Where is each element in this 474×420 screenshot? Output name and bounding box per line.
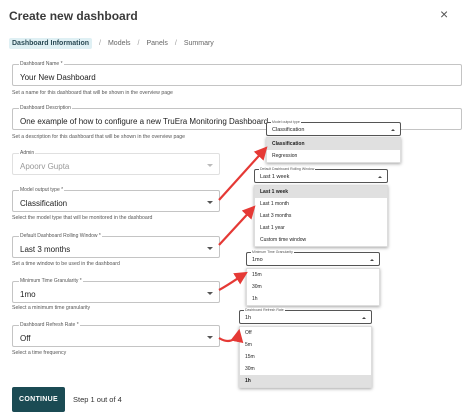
dialog-title: Create new dashboard (9, 9, 138, 23)
arrow-icon (218, 271, 248, 291)
popup-refresh-value: 1h (245, 315, 252, 321)
menu-item[interactable]: Off (240, 327, 371, 339)
popup-model-output-value: Classification (272, 127, 305, 133)
rolling-window-label: Default Dashboard Rolling Window * (19, 233, 102, 240)
menu-item[interactable]: Last 1 week (255, 186, 387, 198)
popup-rolling-window-select[interactable]: Default Dashboard Rolling Window Last 1 … (254, 167, 388, 183)
popup-rolling-window-value: Last 1 week (260, 174, 290, 180)
dashboard-name-label: Dashboard Name * (19, 61, 64, 68)
time-granularity-value: 1mo (20, 290, 36, 299)
popup-model-output-menu: Classification Regression (266, 137, 401, 163)
refresh-rate-label: Dashboard Refresh Rate * (19, 322, 80, 329)
menu-item[interactable]: Regression (267, 150, 400, 162)
popup-model-output-label: Model output type (271, 120, 301, 125)
time-granularity-label: Minimum Time Granularity * (19, 278, 83, 285)
admin-label: Admin (19, 150, 36, 157)
arrow-icon (218, 328, 244, 344)
continue-button[interactable]: CONTINUE (12, 387, 65, 412)
popup-rolling-window-menu: Last 1 week Last 1 month Last 3 months L… (254, 185, 388, 247)
chevron-down-icon (207, 164, 213, 167)
menu-item[interactable]: 30m (247, 281, 379, 293)
chevron-down-icon (207, 201, 213, 204)
popup-granularity-value: 1mo (252, 257, 263, 263)
step-summary[interactable]: Summary (184, 38, 214, 49)
step-separator: / (174, 39, 177, 47)
step-models[interactable]: Models (108, 38, 131, 49)
rolling-window-select[interactable]: Default Dashboard Rolling Window * Last … (12, 233, 220, 258)
dashboard-description-label: Dashboard Description (19, 105, 72, 112)
dashboard-description-value: One example of how to configure a new Tr… (20, 117, 269, 126)
step-counter: Step 1 out of 4 (73, 395, 122, 404)
menu-item[interactable]: 1h (247, 293, 379, 305)
menu-item[interactable]: Last 3 months (255, 210, 387, 222)
popup-granularity-menu: 15m 30m 1h (246, 268, 380, 306)
popup-refresh-label: Dashboard Refresh Rate (244, 308, 285, 313)
chevron-up-icon (391, 129, 395, 131)
refresh-rate-value: Off (20, 334, 31, 343)
chevron-up-icon (378, 176, 382, 178)
admin-field: Admin Apoorv Gupta (12, 150, 220, 175)
chevron-down-icon (207, 292, 213, 295)
step-panels[interactable]: Panels (147, 38, 168, 49)
chevron-down-icon (207, 247, 213, 250)
model-output-type-select[interactable]: Model output type * Classification (12, 187, 220, 212)
dashboard-name-field[interactable]: Dashboard Name * Your New Dashboard (12, 61, 462, 86)
menu-item[interactable]: 15m (247, 269, 379, 281)
popup-rolling-window-label: Default Dashboard Rolling Window (259, 167, 316, 172)
stepper: Dashboard Information / Models / Panels … (9, 36, 214, 50)
close-icon[interactable]: × (440, 6, 448, 22)
refresh-rate-select[interactable]: Dashboard Refresh Rate * Off (12, 322, 220, 347)
popup-refresh-menu: Off 5m 15m 30m 1h (239, 326, 372, 388)
chevron-up-icon (362, 317, 366, 319)
rolling-window-helper: Set a time window to be used in the dash… (12, 261, 120, 267)
menu-item[interactable]: Custom time window (255, 234, 387, 246)
popup-model-output-select[interactable]: Model output type Classification (266, 120, 401, 136)
model-output-type-value: Classification (20, 199, 68, 208)
dashboard-description-helper: Set a description for this dashboard tha… (12, 134, 186, 140)
time-granularity-select[interactable]: Minimum Time Granularity * 1mo (12, 278, 220, 303)
refresh-rate-helper: Select a time frequency (12, 350, 67, 356)
model-output-type-label: Model output type * (19, 187, 65, 194)
dashboard-name-helper: Set a name for this dashboard that will … (12, 90, 173, 96)
menu-item[interactable]: 15m (240, 351, 371, 363)
popup-granularity-label: Minimum Time Granularity (251, 250, 294, 255)
chevron-up-icon (370, 259, 374, 261)
popup-refresh-select[interactable]: Dashboard Refresh Rate 1h (239, 308, 372, 324)
step-separator: / (99, 39, 101, 47)
arrow-icon (218, 205, 256, 246)
step-separator: / (137, 39, 140, 47)
menu-item[interactable]: 5m (240, 339, 371, 351)
model-output-type-helper: Select the model type that will be monit… (12, 215, 153, 221)
menu-item[interactable]: Last 1 year (255, 222, 387, 234)
admin-value: Apoorv Gupta (20, 162, 70, 171)
chevron-down-icon (207, 336, 213, 339)
menu-item[interactable]: 1h (240, 375, 371, 387)
menu-item[interactable]: Last 1 month (255, 198, 387, 210)
step-dashboard-information[interactable]: Dashboard Information (9, 37, 93, 49)
menu-item[interactable]: 30m (240, 363, 371, 375)
time-granularity-helper: Select a minimum time granularity (12, 305, 91, 311)
popup-granularity-select[interactable]: Minimum Time Granularity 1mo (246, 250, 380, 266)
menu-item[interactable]: Classification (267, 138, 400, 150)
dashboard-name-value: Your New Dashboard (20, 73, 96, 82)
rolling-window-value: Last 3 months (20, 245, 71, 254)
